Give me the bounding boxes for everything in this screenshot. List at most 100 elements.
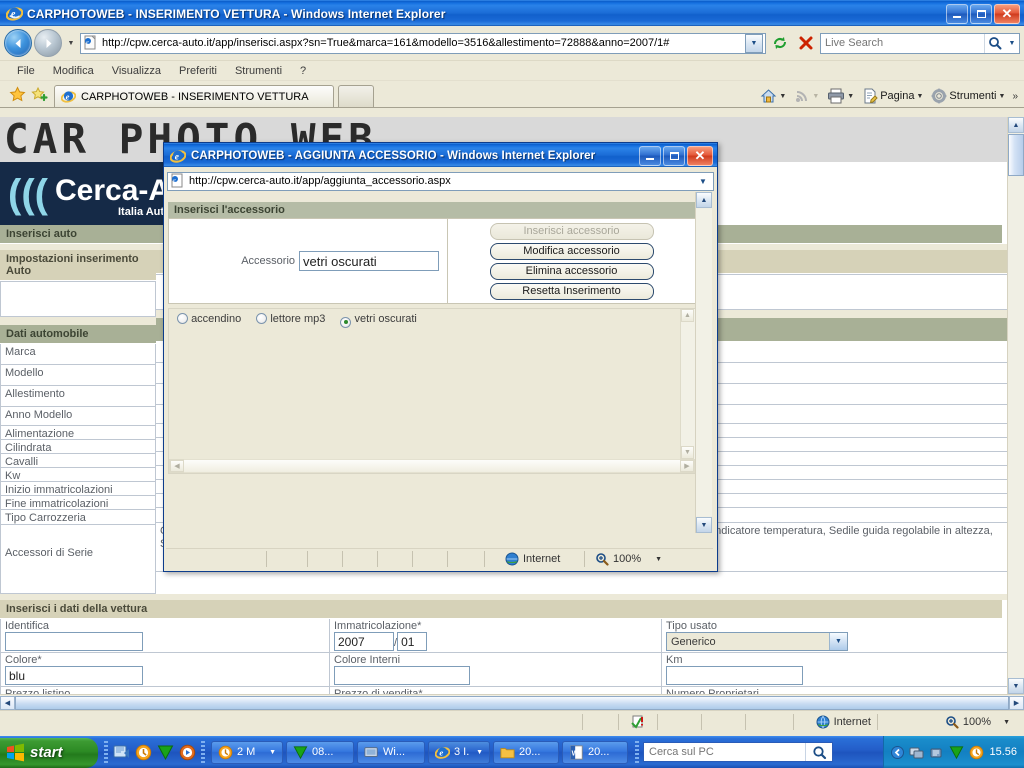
- show-desktop-icon[interactable]: [113, 744, 130, 761]
- scroll-right-arrow-icon[interactable]: ▶: [1009, 695, 1024, 710]
- dialog-minimize-button[interactable]: [639, 145, 661, 166]
- tools-menu-button[interactable]: Strumenti ▼: [928, 87, 1008, 105]
- deskband-grip[interactable]: [635, 741, 639, 763]
- radio-option-accendino[interactable]: accendino: [177, 313, 244, 325]
- modifica-accessorio-button[interactable]: Modifica accessorio: [489, 242, 654, 260]
- radio-list-horizontal-scrollbar[interactable]: ◀ ▶: [169, 459, 695, 473]
- tools-dropdown-icon[interactable]: ▼: [999, 93, 1006, 100]
- scroll-left-arrow-icon[interactable]: ◀: [0, 695, 15, 710]
- quick-launch-grip[interactable]: [104, 741, 108, 763]
- status-error-icon[interactable]: [618, 714, 656, 730]
- menu-item-help[interactable]: ?: [291, 63, 315, 79]
- live-search-box[interactable]: ▼: [820, 32, 1020, 54]
- status-security-zone[interactable]: Internet: [792, 714, 877, 730]
- scroll-right-arrow-icon[interactable]: ▶: [680, 460, 694, 472]
- search-input[interactable]: [821, 37, 984, 49]
- menu-item-strumenti[interactable]: Strumenti: [226, 63, 291, 79]
- pc-search-input[interactable]: [644, 746, 805, 758]
- forward-button[interactable]: [34, 29, 62, 57]
- scroll-down-arrow-icon[interactable]: ▼: [681, 446, 694, 459]
- home-dropdown-icon[interactable]: ▼: [779, 93, 786, 100]
- input-identifica[interactable]: [5, 632, 143, 651]
- scroll-up-arrow-icon[interactable]: ▲: [696, 192, 712, 208]
- scroll-up-arrow-icon[interactable]: ▲: [1008, 117, 1024, 133]
- back-button[interactable]: [4, 29, 32, 57]
- media-player-icon[interactable]: [179, 744, 196, 761]
- radio-list-vertical-scrollbar[interactable]: ▲ ▼: [680, 309, 695, 459]
- volume-icon[interactable]: [929, 745, 944, 760]
- taskbar-button-2[interactable]: 08...: [286, 740, 354, 764]
- page-menu-button[interactable]: Pagina ▼: [859, 87, 926, 105]
- scroll-down-arrow-icon[interactable]: ▼: [1008, 678, 1024, 694]
- taskbar-button-5[interactable]: 20...: [493, 740, 559, 764]
- start-button[interactable]: start: [0, 737, 98, 768]
- taskbar-button-1[interactable]: 2 M ▼: [211, 740, 283, 764]
- elimina-accessorio-button[interactable]: Elimina accessorio: [489, 262, 654, 280]
- favorites-center-icon[interactable]: [6, 83, 28, 105]
- add-to-favorites-icon[interactable]: [28, 83, 50, 105]
- page-horizontal-scrollbar[interactable]: ◀ ▶: [0, 694, 1024, 710]
- accessorio-input[interactable]: [299, 251, 439, 271]
- network-icon[interactable]: [909, 745, 924, 760]
- select-tipo-usato[interactable]: Generico ▼: [666, 632, 848, 651]
- refresh-button[interactable]: [768, 31, 792, 55]
- scroll-up-arrow-icon[interactable]: ▲: [681, 309, 694, 322]
- scroll-left-arrow-icon[interactable]: ◀: [170, 460, 184, 472]
- input-colore[interactable]: [5, 666, 143, 685]
- taskband-grip[interactable]: [201, 741, 205, 763]
- radio-button[interactable]: [177, 313, 188, 324]
- dialog-maximize-button[interactable]: [663, 145, 685, 166]
- status-zoom[interactable]: 100% ▼: [876, 714, 1024, 730]
- page-dropdown-icon[interactable]: ▼: [916, 93, 923, 100]
- feeds-button[interactable]: ▼: [791, 87, 822, 105]
- menu-item-modifica[interactable]: Modifica: [44, 63, 103, 79]
- browser-tab-active[interactable]: e CARPHOTOWEB - INSERIMENTO VETTURA: [54, 85, 334, 107]
- close-button[interactable]: ✕: [994, 3, 1020, 24]
- maximize-button[interactable]: [970, 3, 992, 24]
- new-tab-button[interactable]: [338, 85, 374, 107]
- radio-option-lettore-mp3[interactable]: lettore mp3: [256, 313, 328, 325]
- tray-expand-icon[interactable]: [891, 745, 905, 759]
- input-immatricolazione-mese[interactable]: [397, 632, 428, 651]
- search-options-dropdown-icon[interactable]: ▼: [1005, 34, 1019, 53]
- search-icon[interactable]: [805, 743, 832, 761]
- menu-item-file[interactable]: File: [8, 63, 44, 79]
- address-bar[interactable]: e http://cpw.cerca-auto.it/app/inserisci…: [80, 32, 766, 54]
- scrollbar-thumb[interactable]: [1008, 134, 1024, 176]
- taskbar-button-6[interactable]: W 20...: [562, 740, 628, 764]
- radio-button-selected[interactable]: [340, 316, 352, 328]
- taskbar-button-4-active[interactable]: e 3 I. ▼: [428, 740, 490, 764]
- chevron-down-icon[interactable]: ▼: [829, 633, 847, 650]
- menu-item-visualizza[interactable]: Visualizza: [103, 63, 170, 79]
- page-vertical-scrollbar[interactable]: ▲ ▼: [1007, 117, 1024, 694]
- dialog-address-dropdown-icon[interactable]: ▼: [695, 177, 711, 186]
- print-dropdown-icon[interactable]: ▼: [847, 93, 854, 100]
- dialog-status-zoom[interactable]: 100% ▼: [584, 551, 713, 567]
- inserisci-accessorio-button[interactable]: Inserisci accessorio: [489, 222, 654, 240]
- dialog-zoom-dropdown-icon[interactable]: ▼: [655, 556, 662, 563]
- hscrollbar-thumb[interactable]: [15, 695, 1009, 710]
- scroll-down-arrow-icon[interactable]: ▼: [696, 517, 712, 533]
- stop-button[interactable]: [794, 31, 818, 55]
- taskbar-clock[interactable]: 15.56: [989, 746, 1017, 758]
- dialog-vertical-scrollbar[interactable]: ▲ ▼: [695, 192, 712, 533]
- overflow-chevron-icon[interactable]: »: [1010, 91, 1020, 102]
- hscrollbar-thumb[interactable]: [184, 459, 680, 473]
- scrollbar-track[interactable]: [696, 209, 712, 516]
- dialog-address-bar[interactable]: e http://cpw.cerca-auto.it/app/aggiunta_…: [167, 171, 714, 191]
- radio-option-vetri-oscurati[interactable]: vetri oscurati: [340, 313, 417, 328]
- menu-item-preferiti[interactable]: Preferiti: [170, 63, 226, 79]
- minimize-button[interactable]: [946, 3, 968, 24]
- utorrent-icon[interactable]: [157, 744, 174, 761]
- messenger-icon[interactable]: [135, 744, 152, 761]
- print-button[interactable]: ▼: [824, 87, 857, 105]
- messenger-tray-icon[interactable]: [969, 745, 984, 760]
- pc-search-box[interactable]: [643, 742, 833, 762]
- dialog-security-zone[interactable]: Internet: [484, 551, 584, 567]
- search-icon[interactable]: [984, 33, 1005, 53]
- radio-button[interactable]: [256, 313, 268, 324]
- zoom-dropdown-icon[interactable]: ▼: [1003, 719, 1010, 726]
- input-immatricolazione-anno[interactable]: [334, 632, 394, 651]
- taskbar-button-3[interactable]: Wi...: [357, 740, 425, 764]
- home-button[interactable]: ▼: [757, 87, 789, 105]
